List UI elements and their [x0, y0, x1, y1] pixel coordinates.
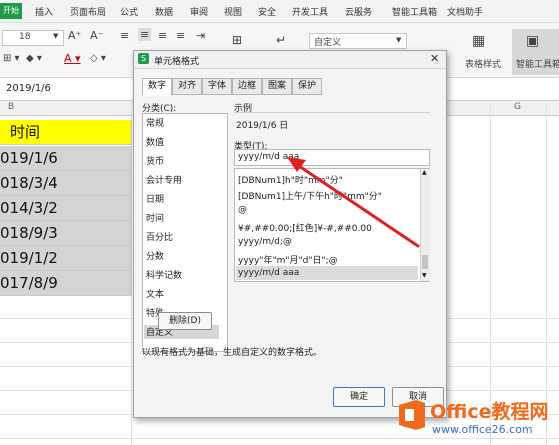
- list-item-selected[interactable]: yyyy/m/d aaa: [236, 266, 418, 280]
- list-item[interactable]: @: [238, 205, 247, 215]
- dialog-title-bar: S 单元格格式 ✕: [134, 51, 446, 69]
- list-item[interactable]: 分数: [146, 249, 164, 262]
- font-color-icon[interactable]: A ▾: [64, 52, 81, 65]
- align-left-icon[interactable]: ≡: [120, 29, 129, 42]
- dialog-title: 单元格格式: [154, 57, 200, 67]
- close-icon[interactable]: ✕: [430, 52, 439, 65]
- fill-color-icon[interactable]: ◆ ▾: [26, 53, 42, 64]
- wrap-icon[interactable]: ↵: [276, 33, 286, 47]
- list-item[interactable]: yyyy"年"m"月"d"日";@: [238, 253, 338, 266]
- menu-formulas[interactable]: 公式: [120, 5, 138, 18]
- chevron-down-icon: ▼: [53, 32, 59, 40]
- list-item[interactable]: ¥#,##0.00;[红色]¥-#,##0.00: [238, 221, 372, 234]
- formula-value[interactable]: 2019/1/6: [6, 83, 51, 94]
- align-center-icon[interactable]: ≡: [138, 28, 152, 41]
- table-row[interactable]: 019/1/2: [0, 246, 132, 271]
- font-size-value: 18: [19, 32, 31, 42]
- menu-view[interactable]: 视图: [224, 5, 242, 18]
- menu-bar: 开始 插入 页面布局 公式 数据 审阅 视图 安全 开发工具 云服务 智能工具箱…: [0, 0, 559, 23]
- list-item[interactable]: 文本: [146, 287, 164, 300]
- indent-icon[interactable]: ⇥: [196, 29, 205, 42]
- font-size-box[interactable]: 18 ▼: [2, 30, 64, 46]
- tab-border[interactable]: 边框: [232, 78, 262, 95]
- table-row[interactable]: 018/9/3: [0, 221, 132, 246]
- sample-box: 2019/1/6 日: [234, 112, 430, 133]
- align-right-icon[interactable]: ≡: [158, 29, 167, 42]
- scroll-thumb[interactable]: [422, 255, 428, 269]
- description-text: 以现有格式为基础，生成自定义的数字格式。: [142, 348, 323, 358]
- number-format-select[interactable]: 自定义 ▼: [309, 33, 407, 49]
- type-input[interactable]: yyyy/m/d aaa: [234, 149, 430, 166]
- list-item[interactable]: 日期: [146, 192, 164, 205]
- watermark-url: www.office26.com: [432, 423, 533, 436]
- table-row[interactable]: 018/3/4: [0, 171, 132, 196]
- menu-smart-toolbox[interactable]: 智能工具箱: [392, 5, 437, 18]
- menu-cloud[interactable]: 云服务: [345, 5, 372, 18]
- list-item[interactable]: 百分比: [146, 230, 173, 243]
- menu-developer[interactable]: 开发工具: [292, 5, 328, 18]
- list-item[interactable]: [DBNum1]h"时"mm"分": [238, 173, 343, 186]
- list-item[interactable]: 货币: [146, 154, 164, 167]
- menu-page-layout[interactable]: 页面布局: [70, 5, 106, 18]
- grid-line: [490, 101, 491, 445]
- ok-button[interactable]: 确定: [333, 387, 385, 407]
- increase-font-icon[interactable]: A⁺: [68, 29, 81, 42]
- list-item[interactable]: 常规: [146, 116, 164, 129]
- merge-icon[interactable]: ⊞: [232, 33, 242, 47]
- smart-toolbox-button[interactable]: 智能工具箱 ▣: [512, 29, 559, 75]
- table-row[interactable]: 019/1/6: [0, 146, 132, 171]
- list-item[interactable]: yyyy/m/d;@: [238, 237, 292, 247]
- clear-icon[interactable]: ◇ ▾: [90, 53, 106, 64]
- number-format-value: 自定义: [314, 38, 342, 48]
- tab-font[interactable]: 字体: [202, 78, 232, 95]
- app-logo-icon: S: [138, 53, 149, 64]
- border-icon[interactable]: ⊞ ▾: [3, 53, 20, 64]
- table-style-button[interactable]: 表格样式: [465, 57, 501, 70]
- sample-value: 2019/1/6 日: [236, 121, 289, 131]
- menu-insert[interactable]: 插入: [35, 5, 53, 18]
- smart-toolbox-label: 智能工具箱: [516, 60, 559, 70]
- column-header-b[interactable]: B: [8, 102, 14, 112]
- tab-protection[interactable]: 保护: [292, 78, 322, 95]
- table-style-icon: ▦: [472, 33, 486, 49]
- scrollbar[interactable]: ▲ ▼: [420, 169, 430, 281]
- watermark-brand: Office教程网: [430, 401, 549, 423]
- toolbox-icon: ▣: [526, 33, 540, 49]
- header-cell[interactable]: 时间: [0, 120, 132, 145]
- decrease-font-icon[interactable]: A⁻: [90, 29, 103, 42]
- table-row[interactable]: 014/3/2: [0, 196, 132, 221]
- list-item[interactable]: 数值: [146, 135, 164, 148]
- menu-doc-assistant[interactable]: 文档助手: [447, 5, 483, 18]
- tab-number[interactable]: 数字: [142, 78, 172, 96]
- list-item[interactable]: [DBNum1]上午/下午h"时"mm"分": [238, 189, 382, 202]
- chevron-down-icon: ▼: [396, 36, 402, 44]
- office-logo-icon: [399, 400, 425, 430]
- tab-alignment[interactable]: 对齐: [172, 78, 202, 95]
- scroll-down-icon[interactable]: ▼: [422, 272, 427, 279]
- tab-pattern[interactable]: 图案: [262, 78, 292, 95]
- format-list[interactable]: [DBNum1]h"时"mm"分" [DBNum1]上午/下午h"时"mm"分"…: [234, 168, 430, 282]
- list-item[interactable]: 科学记数: [146, 268, 182, 281]
- type-value: yyyy/m/d aaa: [238, 152, 300, 162]
- list-item[interactable]: 会计专用: [146, 173, 182, 186]
- grid-line: [546, 101, 547, 445]
- table-row[interactable]: 017/8/9: [0, 271, 132, 296]
- menu-security[interactable]: 安全: [258, 5, 276, 18]
- column-header-g[interactable]: G: [514, 102, 521, 112]
- list-item[interactable]: 时间: [146, 211, 164, 224]
- menu-start[interactable]: 开始: [0, 3, 22, 19]
- justify-icon[interactable]: ≡: [176, 29, 185, 42]
- menu-review[interactable]: 审阅: [190, 5, 208, 18]
- format-cells-dialog: S 单元格格式 ✕ 数字 对齐 字体 边框 图案 保护 分类(C): 常规 数值…: [133, 50, 447, 418]
- watermark: Office教程网 www.office26.com: [396, 395, 559, 443]
- delete-button[interactable]: 删除(D): [158, 312, 212, 330]
- menu-data[interactable]: 数据: [155, 5, 173, 18]
- scroll-up-icon[interactable]: ▲: [422, 169, 427, 176]
